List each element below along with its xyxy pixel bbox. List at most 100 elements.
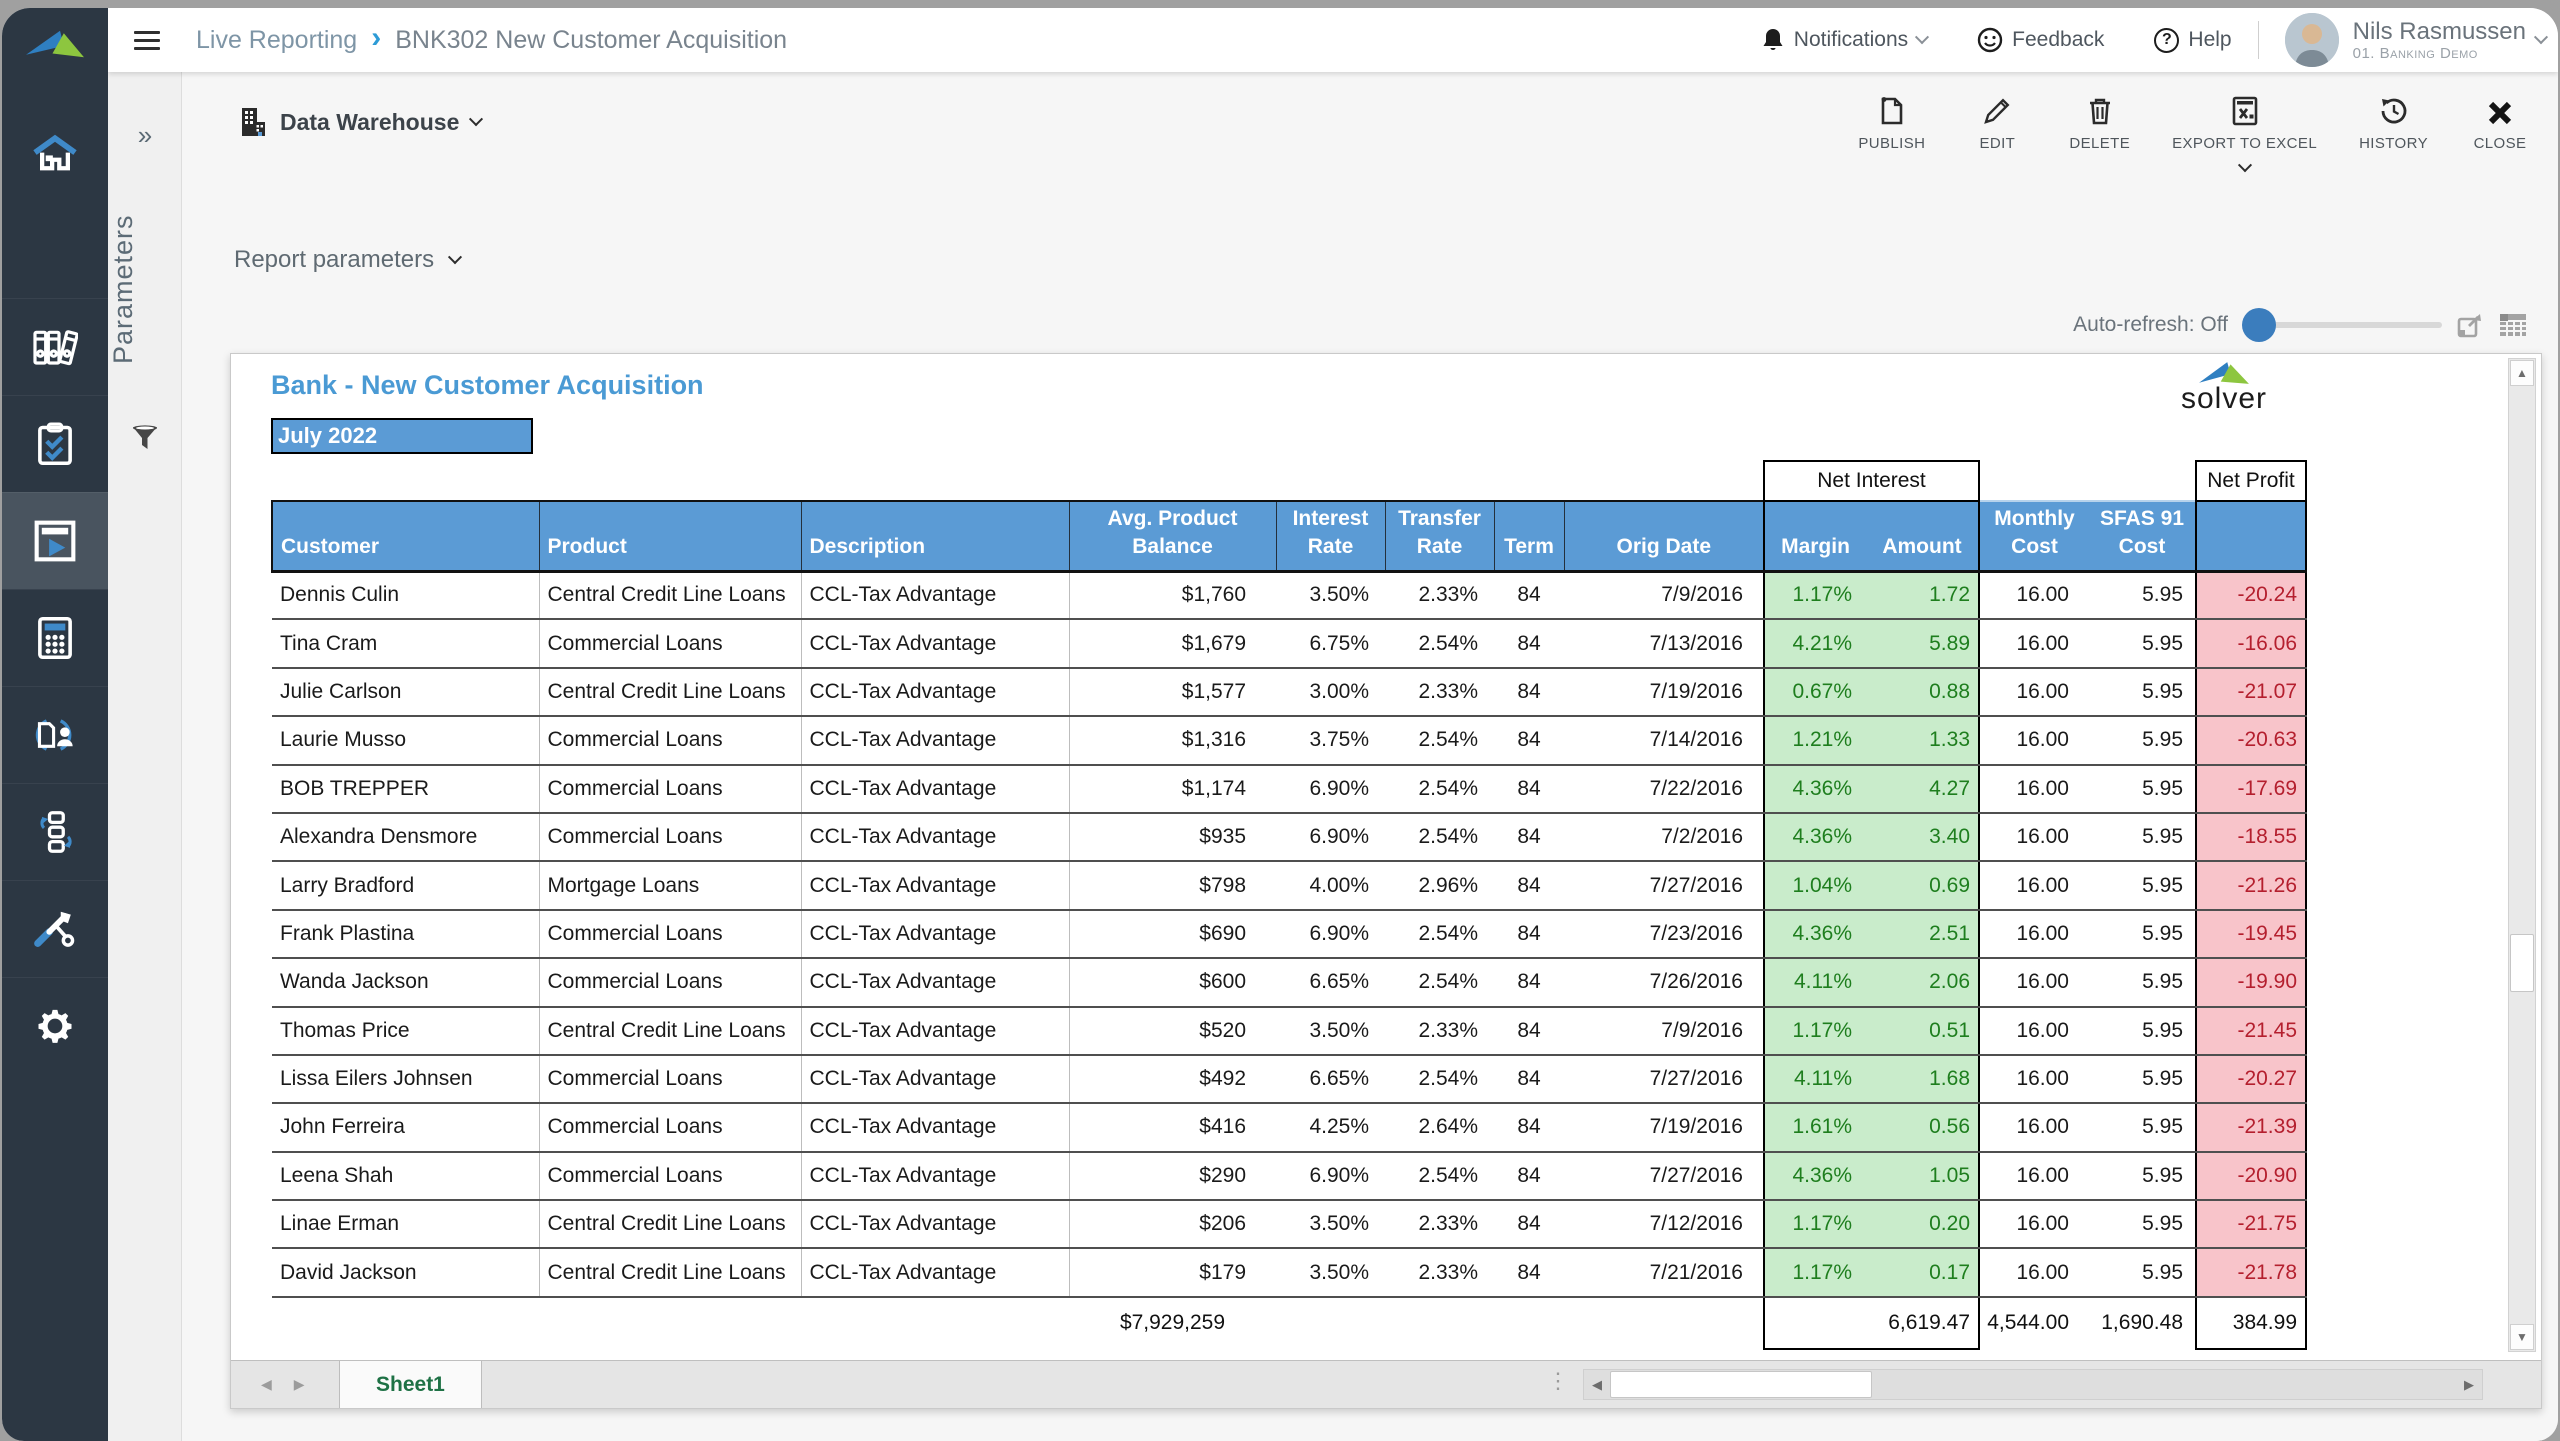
popout-icon[interactable] bbox=[2456, 311, 2484, 339]
column-header[interactable]: Monthly Cost bbox=[1979, 501, 2089, 571]
cell[interactable]: 2.96% bbox=[1385, 861, 1494, 909]
cell[interactable]: 2.54% bbox=[1385, 1055, 1494, 1103]
hamburger-menu-icon[interactable] bbox=[134, 31, 160, 50]
cell[interactable]: 4.11% bbox=[1764, 1055, 1866, 1103]
cell[interactable]: 2.54% bbox=[1385, 765, 1494, 813]
expand-rail-icon[interactable]: » bbox=[108, 120, 182, 151]
cell[interactable]: 6.90% bbox=[1276, 910, 1385, 958]
edit-button[interactable]: EDIT bbox=[1967, 96, 2027, 152]
cell[interactable]: 84 bbox=[1494, 861, 1564, 909]
cell[interactable]: BOB TREPPER bbox=[272, 765, 539, 813]
cell[interactable]: 5.95 bbox=[2089, 861, 2196, 909]
cell[interactable]: CCL-Tax Advantage bbox=[801, 861, 1069, 909]
avatar[interactable] bbox=[2285, 13, 2339, 67]
cell[interactable]: Commercial Loans bbox=[539, 910, 801, 958]
cell[interactable]: 3.50% bbox=[1276, 1248, 1385, 1296]
column-header[interactable]: Term bbox=[1494, 501, 1564, 571]
cell[interactable]: 84 bbox=[1494, 1055, 1564, 1103]
column-header[interactable] bbox=[2196, 501, 2306, 571]
column-header[interactable]: Description bbox=[801, 501, 1069, 571]
column-header[interactable]: Customer bbox=[272, 501, 539, 571]
cell[interactable]: CCL-Tax Advantage bbox=[801, 958, 1069, 1006]
cell[interactable]: Central Credit Line Loans bbox=[539, 668, 801, 716]
cell[interactable]: 84 bbox=[1494, 765, 1564, 813]
cell[interactable]: Commercial Loans bbox=[539, 716, 801, 764]
cell[interactable]: Central Credit Line Loans bbox=[539, 1007, 801, 1055]
cell[interactable]: 7/19/2016 bbox=[1564, 668, 1764, 716]
filter-icon[interactable] bbox=[108, 424, 182, 452]
cell[interactable]: 2.33% bbox=[1385, 571, 1494, 619]
cell[interactable]: 84 bbox=[1494, 1007, 1564, 1055]
cell[interactable]: Commercial Loans bbox=[539, 765, 801, 813]
cell[interactable]: -18.55 bbox=[2196, 813, 2306, 861]
cell[interactable]: 5.95 bbox=[2089, 1007, 2196, 1055]
cell[interactable]: -21.45 bbox=[2196, 1007, 2306, 1055]
cell[interactable]: -21.26 bbox=[2196, 861, 2306, 909]
cell[interactable]: CCL-Tax Advantage bbox=[801, 716, 1069, 764]
cell[interactable]: 5.95 bbox=[2089, 1152, 2196, 1200]
cell[interactable]: $206 bbox=[1069, 1200, 1276, 1248]
cell[interactable]: 2.54% bbox=[1385, 910, 1494, 958]
cell[interactable]: 5.95 bbox=[2089, 716, 2196, 764]
scroll-down-button[interactable]: ▼ bbox=[2510, 1324, 2534, 1350]
notifications-button[interactable]: Notifications bbox=[1761, 27, 1927, 53]
cell[interactable]: 16.00 bbox=[1979, 813, 2089, 861]
cell[interactable]: 2.64% bbox=[1385, 1103, 1494, 1151]
cell[interactable]: 5.95 bbox=[2089, 571, 2196, 619]
grid-view-icon[interactable] bbox=[2498, 311, 2528, 339]
solver-logo-icon[interactable] bbox=[2, 18, 108, 70]
column-header[interactable]: Interest Rate bbox=[1276, 501, 1385, 571]
cell[interactable]: 2.33% bbox=[1385, 1200, 1494, 1248]
cell[interactable]: CCL-Tax Advantage bbox=[801, 1103, 1069, 1151]
sidebar-item-workflow[interactable] bbox=[2, 783, 108, 880]
cell[interactable]: 16.00 bbox=[1979, 1103, 2089, 1151]
sidebar-item-archive[interactable] bbox=[2, 298, 108, 395]
cell[interactable]: $416 bbox=[1069, 1103, 1276, 1151]
cell[interactable]: 4.36% bbox=[1764, 765, 1866, 813]
cell[interactable]: 7/13/2016 bbox=[1564, 619, 1764, 667]
cell[interactable]: 16.00 bbox=[1979, 1152, 2089, 1200]
cell[interactable]: 5.95 bbox=[2089, 910, 2196, 958]
cell[interactable]: CCL-Tax Advantage bbox=[801, 765, 1069, 813]
cell[interactable]: -20.63 bbox=[2196, 716, 2306, 764]
delete-button[interactable]: DELETE bbox=[2069, 96, 2130, 152]
sidebar-item-tools[interactable] bbox=[2, 880, 108, 977]
vertical-scroll-thumb[interactable] bbox=[2510, 934, 2534, 992]
cell[interactable]: 4.25% bbox=[1276, 1103, 1385, 1151]
cell[interactable]: 84 bbox=[1494, 1152, 1564, 1200]
cell[interactable]: CCL-Tax Advantage bbox=[801, 910, 1069, 958]
horizontal-scrollbar[interactable]: ◀ ▶ bbox=[1583, 1369, 2483, 1400]
cell[interactable]: 1.61% bbox=[1764, 1103, 1866, 1151]
column-header[interactable]: Avg. Product Balance bbox=[1069, 501, 1276, 571]
cell[interactable]: 6.90% bbox=[1276, 1152, 1385, 1200]
cell[interactable]: Commercial Loans bbox=[539, 958, 801, 1006]
cell[interactable]: 5.95 bbox=[2089, 1200, 2196, 1248]
tabbar-resize-grip[interactable]: ⋮ bbox=[1547, 1370, 1569, 1392]
slider-thumb[interactable] bbox=[2242, 308, 2276, 342]
cell[interactable]: 5.95 bbox=[2089, 958, 2196, 1006]
cell[interactable]: 5.95 bbox=[2089, 813, 2196, 861]
column-header[interactable]: Product bbox=[539, 501, 801, 571]
scroll-right-button[interactable]: ▶ bbox=[2456, 1370, 2482, 1399]
datasource-dropdown[interactable]: Data Warehouse bbox=[238, 106, 481, 138]
total-monthly-cost[interactable]: 4,544.00 bbox=[1979, 1297, 2089, 1349]
cell[interactable]: 3.40 bbox=[1866, 813, 1979, 861]
cell[interactable]: 1.72 bbox=[1866, 571, 1979, 619]
cell[interactable]: Dennis Culin bbox=[272, 571, 539, 619]
cell[interactable]: 0.88 bbox=[1866, 668, 1979, 716]
column-header[interactable]: Amount bbox=[1866, 501, 1979, 571]
cell[interactable]: $1,316 bbox=[1069, 716, 1276, 764]
cell[interactable]: Frank Plastina bbox=[272, 910, 539, 958]
cell[interactable]: 4.11% bbox=[1764, 958, 1866, 1006]
cell[interactable]: Mortgage Loans bbox=[539, 861, 801, 909]
export-to-excel-button[interactable]: EXPORT TO EXCEL bbox=[2172, 96, 2317, 173]
cell[interactable]: 0.20 bbox=[1866, 1200, 1979, 1248]
prev-sheet-button[interactable]: ◀ bbox=[261, 1376, 272, 1393]
cell[interactable]: 7/12/2016 bbox=[1564, 1200, 1764, 1248]
cell[interactable]: 3.50% bbox=[1276, 1200, 1385, 1248]
breadcrumb-section[interactable]: Live Reporting bbox=[196, 26, 357, 55]
cell[interactable]: -20.27 bbox=[2196, 1055, 2306, 1103]
sidebar-item-settings[interactable] bbox=[2, 977, 108, 1074]
cell[interactable]: 16.00 bbox=[1979, 1007, 2089, 1055]
cell[interactable]: Leena Shah bbox=[272, 1152, 539, 1200]
